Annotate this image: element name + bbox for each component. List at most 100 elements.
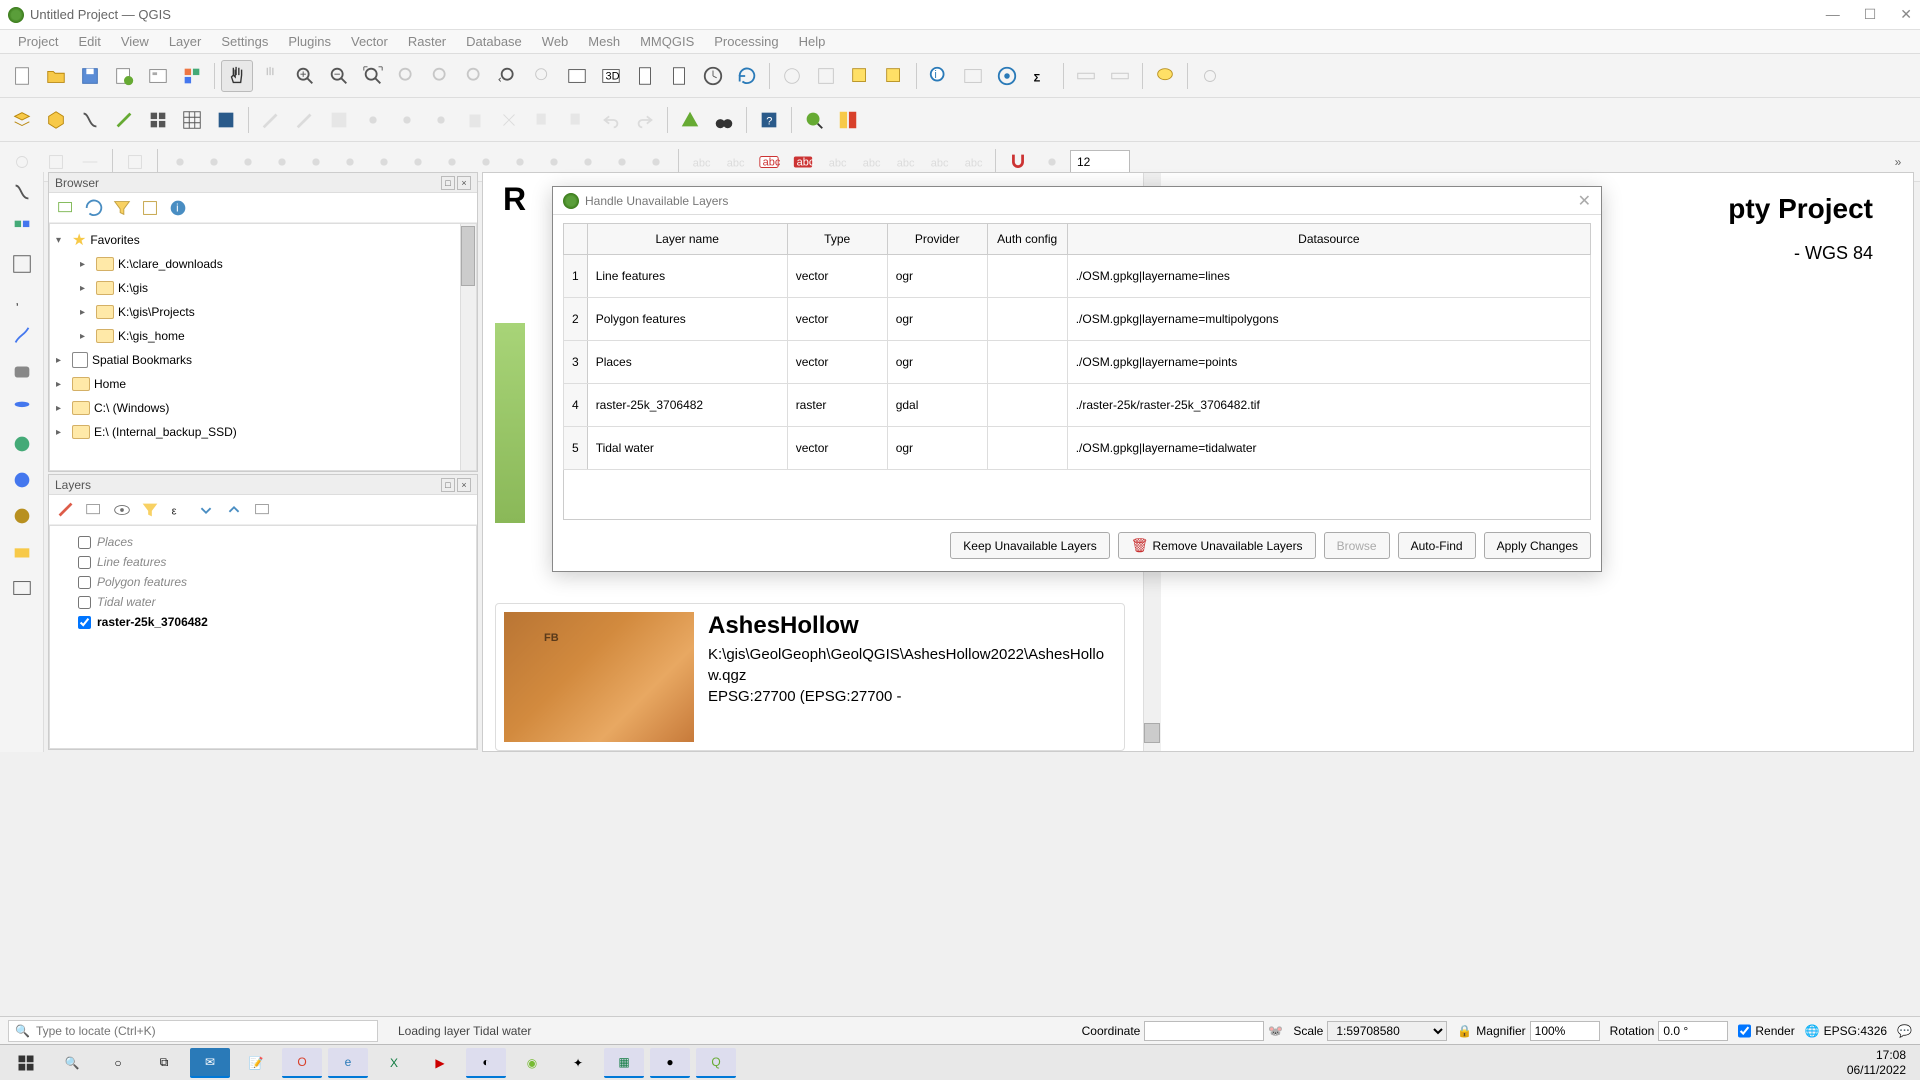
map-tips-button[interactable] <box>1149 60 1181 92</box>
table-row[interactable]: 3 Places vector ogr ./OSM.gpkg|layername… <box>564 341 1591 384</box>
layers-remove-button[interactable] <box>251 499 273 521</box>
expander-icon[interactable]: ▾ <box>56 235 68 246</box>
new-empty-project-label[interactable]: pty Project <box>1728 193 1873 225</box>
menu-layer[interactable]: Layer <box>159 34 212 49</box>
app4-taskbar[interactable]: ▦ <box>604 1048 644 1078</box>
col-datasource[interactable]: Datasource <box>1067 224 1590 255</box>
youtube-taskbar[interactable]: ▶ <box>420 1048 460 1078</box>
expander-icon[interactable]: ▸ <box>80 331 92 342</box>
layers-add-group-button[interactable] <box>83 499 105 521</box>
expander-icon[interactable]: ▸ <box>56 427 68 438</box>
menu-plugins[interactable]: Plugins <box>278 34 341 49</box>
layers-expression-button[interactable]: ε <box>167 499 189 521</box>
cell-layer-name[interactable]: Line features <box>587 255 787 298</box>
osm-place-search-button[interactable] <box>674 104 706 136</box>
show-bookmarks-button[interactable] <box>663 60 695 92</box>
cell-provider[interactable]: ogr <box>887 298 987 341</box>
save-edits-button[interactable] <box>323 104 355 136</box>
browser-item[interactable]: C:\ (Windows) <box>94 401 169 415</box>
taskview-button[interactable]: ⧉ <box>144 1048 184 1078</box>
cell-layer-name[interactable]: raster-25k_3706482 <box>587 384 787 427</box>
expander-icon[interactable]: ▸ <box>56 379 68 390</box>
measure-area-button[interactable] <box>1104 60 1136 92</box>
col-layer-name[interactable]: Layer name <box>587 224 787 255</box>
menu-project[interactable]: Project <box>8 34 68 49</box>
browser-item-bookmarks[interactable]: Spatial Bookmarks <box>92 353 192 367</box>
new-bookmark-button[interactable] <box>629 60 661 92</box>
remove-unavailable-button[interactable]: 🗑Remove Unavailable Layers <box>1118 532 1316 559</box>
add-postgis-layer-button[interactable] <box>6 392 38 424</box>
identify-button[interactable] <box>776 60 808 92</box>
menu-mmqgis[interactable]: MMQGIS <box>630 34 704 49</box>
apply-changes-button[interactable]: Apply Changes <box>1484 532 1591 559</box>
browser-item-favorites[interactable]: Favorites <box>90 233 139 247</box>
cell-auth[interactable] <box>987 384 1067 427</box>
recent-project-card[interactable]: AshesHollow K:\gis\GeolGeoph\GeolQGIS\As… <box>495 603 1125 751</box>
cell-provider[interactable]: gdal <box>887 384 987 427</box>
browse-button[interactable]: Browse <box>1324 532 1390 559</box>
scale-select[interactable]: 1:59708580 <box>1327 1021 1447 1041</box>
paste-features-button[interactable] <box>561 104 593 136</box>
layers-tree[interactable]: Places Line features Polygon features Ti… <box>49 525 477 749</box>
system-clock[interactable]: 17:08 06/11/2022 <box>1847 1048 1914 1077</box>
menu-help[interactable]: Help <box>789 34 836 49</box>
new-3d-view-button[interactable]: 3D <box>595 60 627 92</box>
pan-to-selection-button[interactable] <box>255 60 287 92</box>
cell-type[interactable]: vector <box>787 341 887 384</box>
cell-layer-name[interactable]: Places <box>587 341 787 384</box>
osm-download-button[interactable] <box>708 104 740 136</box>
layer-checkbox[interactable] <box>78 616 91 629</box>
refresh-button[interactable] <box>731 60 763 92</box>
layer-name[interactable]: Places <box>97 535 133 549</box>
col-provider[interactable]: Provider <box>887 224 987 255</box>
menu-raster[interactable]: Raster <box>398 34 456 49</box>
layers-panel-dock[interactable]: □ <box>441 478 455 492</box>
zoom-next-button[interactable] <box>527 60 559 92</box>
cell-datasource[interactable]: ./OSM.gpkg|layername=tidalwater <box>1067 427 1590 470</box>
save-project-button[interactable] <box>74 60 106 92</box>
browser-panel-close[interactable]: × <box>457 176 471 190</box>
cell-type[interactable]: raster <box>787 384 887 427</box>
cell-datasource[interactable]: ./OSM.gpkg|layername=multipolygons <box>1067 298 1590 341</box>
layer-checkbox[interactable] <box>78 596 91 609</box>
field-calculator-button[interactable] <box>991 60 1023 92</box>
crs-button[interactable]: EPSG:4326 <box>1824 1024 1887 1038</box>
cell-type[interactable]: vector <box>787 255 887 298</box>
annotation-button[interactable] <box>1194 60 1226 92</box>
layer-name[interactable]: Tidal water <box>97 595 156 609</box>
lock-icon[interactable]: 🔒 <box>1457 1024 1472 1038</box>
start-button[interactable] <box>6 1048 46 1078</box>
zoom-to-selection-button[interactable] <box>391 60 423 92</box>
delete-selected-button[interactable] <box>459 104 491 136</box>
cell-datasource[interactable]: ./OSM.gpkg|layername=lines <box>1067 255 1590 298</box>
coordinate-toggle-icon[interactable]: 🐭 <box>1268 1024 1283 1038</box>
add-vector-layer-button[interactable] <box>6 176 38 208</box>
temporal-button[interactable] <box>697 60 729 92</box>
browser-scrollbar[interactable] <box>460 224 476 470</box>
col-type[interactable]: Type <box>787 224 887 255</box>
menu-processing[interactable]: Processing <box>704 34 788 49</box>
help-button[interactable]: ? <box>753 104 785 136</box>
browser-tree[interactable]: ▾★Favorites ▸K:\clare_downloads ▸K:\gis … <box>49 223 477 471</box>
edge-taskbar[interactable]: e <box>328 1048 368 1078</box>
app3-taskbar[interactable]: ✦ <box>558 1048 598 1078</box>
table-row[interactable]: 2 Polygon features vector ogr ./OSM.gpkg… <box>564 298 1591 341</box>
table-row[interactable]: 1 Line features vector ogr ./OSM.gpkg|la… <box>564 255 1591 298</box>
expander-icon[interactable]: ▸ <box>56 355 68 366</box>
browser-refresh-button[interactable] <box>83 197 105 219</box>
add-csv-layer-button[interactable]: , <box>6 284 38 316</box>
zoom-full-button[interactable] <box>357 60 389 92</box>
dialog-close-button[interactable]: ✕ <box>1578 191 1591 211</box>
new-virtual-layer-button[interactable] <box>142 104 174 136</box>
browser-filter-button[interactable] <box>111 197 133 219</box>
expander-icon[interactable]: ▸ <box>80 259 92 270</box>
locator-input[interactable] <box>36 1024 371 1038</box>
layer-name[interactable]: raster-25k_3706482 <box>97 615 208 629</box>
browser-item[interactable]: K:\gis <box>118 281 148 295</box>
search-button[interactable]: 🔍 <box>52 1048 92 1078</box>
cell-layer-name[interactable]: Tidal water <box>587 427 787 470</box>
cell-auth[interactable] <box>987 298 1067 341</box>
browser-collapse-button[interactable] <box>139 197 161 219</box>
zoom-to-layer-button[interactable] <box>425 60 457 92</box>
cell-auth[interactable] <box>987 255 1067 298</box>
